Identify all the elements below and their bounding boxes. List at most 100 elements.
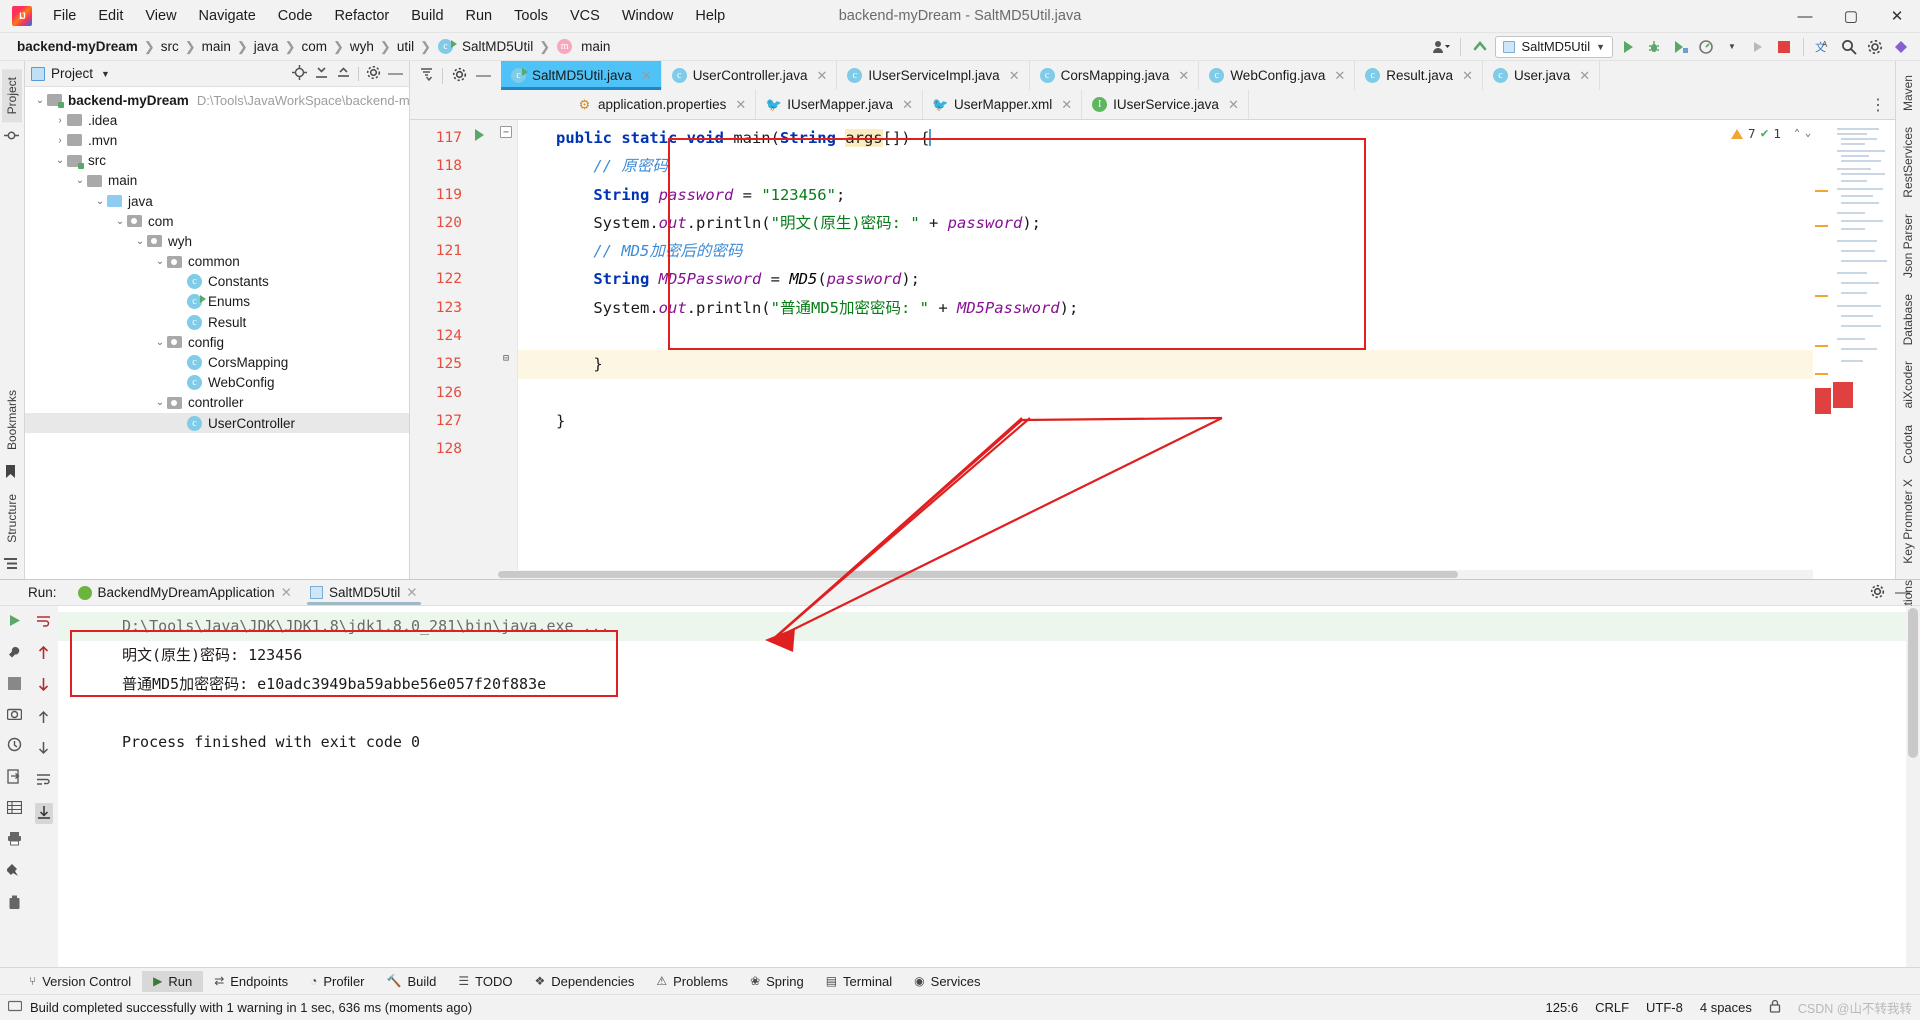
- close-icon[interactable]: ✕: [1334, 68, 1345, 84]
- editor-tab-corsmapping-java[interactable]: c CorsMapping.java ✕: [1029, 61, 1200, 90]
- expand-arrow-icon[interactable]: ⌄: [93, 196, 107, 207]
- code-line[interactable]: String MD5Password = MD5(password);: [518, 265, 1813, 293]
- menu-edit[interactable]: Edit: [87, 4, 134, 28]
- project-settings-gear-icon[interactable]: [366, 65, 381, 83]
- line-separator[interactable]: CRLF: [1595, 1000, 1629, 1015]
- right-strip-restservices[interactable]: RestServices: [1898, 119, 1918, 206]
- right-strip-maven[interactable]: Maven: [1898, 67, 1918, 119]
- expand-arrow-icon[interactable]: ⌄: [73, 175, 87, 186]
- console-scrollbar[interactable]: [1906, 606, 1920, 967]
- minimize-button[interactable]: —: [1782, 0, 1828, 33]
- code-line[interactable]: System.out.println("普通MD5加密密码: " + MD5Pa…: [518, 294, 1813, 322]
- more-tabs-icon[interactable]: ⋮: [1870, 95, 1887, 115]
- left-strip-project[interactable]: Project: [2, 69, 22, 123]
- menu-tools[interactable]: Tools: [503, 4, 559, 28]
- breadcrumb-project[interactable]: backend-myDream: [12, 38, 143, 55]
- tree-node-webconfig[interactable]: c WebConfig: [25, 373, 409, 393]
- stop-button[interactable]: [1773, 36, 1795, 58]
- settings-gear-icon[interactable]: [1864, 36, 1886, 58]
- close-icon[interactable]: ✕: [641, 68, 652, 84]
- tree-node-wyh[interactable]: ⌄ wyh: [25, 231, 409, 251]
- menu-vcs[interactable]: VCS: [559, 4, 611, 28]
- expand-arrow-icon[interactable]: ⌄: [133, 236, 147, 247]
- bottom-tool-spring[interactable]: ❀ Spring: [739, 971, 815, 992]
- code-line[interactable]: // MD5加密后的密码: [518, 237, 1813, 265]
- editor-horizontal-scrollbar[interactable]: [496, 570, 1813, 579]
- tree-node-usercontroller[interactable]: c UserController: [25, 413, 409, 434]
- close-icon[interactable]: ✕: [816, 68, 827, 84]
- right-strip-jsonparser[interactable]: Json Parser: [1898, 206, 1918, 286]
- tree-node-java[interactable]: ⌄ java: [25, 191, 409, 211]
- scroll-to-end-icon[interactable]: [34, 803, 53, 824]
- code-line[interactable]: }: [518, 407, 1813, 435]
- bottom-tool-dependencies[interactable]: ❖ Dependencies: [523, 971, 645, 992]
- editor-tab-result-java[interactable]: c Result.java ✕: [1355, 61, 1483, 90]
- code-line[interactable]: // 原密码: [518, 152, 1813, 180]
- tree-node-result[interactable]: c Result: [25, 312, 409, 332]
- soft-wrap-icon[interactable]: [36, 613, 51, 631]
- scroll-to-bottom-icon[interactable]: [37, 741, 50, 759]
- ai-assistant-icon[interactable]: [1890, 36, 1912, 58]
- screenshot-icon[interactable]: [6, 707, 23, 723]
- editor-tab-user-java[interactable]: c User.java ✕: [1482, 61, 1601, 90]
- close-icon[interactable]: ✕: [1009, 68, 1020, 84]
- run-configuration-selector[interactable]: SaltMD5Util ▼: [1495, 35, 1613, 58]
- code-minimap[interactable]: [1833, 120, 1895, 579]
- right-strip-aixcoder[interactable]: aiXcoder: [1898, 353, 1918, 416]
- maximize-button[interactable]: ▢: [1828, 0, 1874, 33]
- tree-node-config[interactable]: ⌄ config: [25, 332, 409, 352]
- attach-button[interactable]: [1747, 36, 1769, 58]
- expand-arrow-icon[interactable]: ⌄: [153, 397, 167, 408]
- thread-dump-icon[interactable]: [7, 737, 22, 755]
- menu-view[interactable]: View: [134, 4, 187, 28]
- run-tab-saltmd5util[interactable]: SaltMD5Util ✕: [301, 582, 427, 605]
- breadcrumb-com[interactable]: com: [296, 38, 332, 55]
- editor-settings-gear-icon[interactable]: [452, 67, 467, 85]
- chevron-down-icon[interactable]: ⌄: [1805, 128, 1811, 139]
- expand-arrow-icon[interactable]: ⌄: [113, 216, 127, 227]
- stop-process-icon[interactable]: [8, 677, 21, 693]
- run-tab-backend[interactable]: BackendMyDreamApplication ✕: [69, 582, 301, 604]
- fold-collapse-icon[interactable]: −: [500, 126, 512, 138]
- more-run-options-icon[interactable]: ▼: [1721, 36, 1743, 58]
- left-strip-structure[interactable]: Structure: [2, 486, 22, 551]
- close-icon[interactable]: ✕: [1228, 97, 1239, 113]
- lock-icon[interactable]: [1769, 999, 1781, 1016]
- close-icon[interactable]: ✕: [1178, 68, 1189, 84]
- code-line[interactable]: }: [518, 350, 1813, 379]
- tree-node-enums[interactable]: c Enums: [25, 292, 409, 312]
- caret-position[interactable]: 125:6: [1546, 1000, 1579, 1015]
- editor-tab-iuserserviceimpl-java[interactable]: c IUserServiceImpl.java ✕: [837, 61, 1030, 90]
- tree-node-main[interactable]: ⌄ main: [25, 171, 409, 191]
- menu-refactor[interactable]: Refactor: [323, 4, 400, 28]
- close-icon[interactable]: ✕: [1579, 68, 1590, 84]
- code-line[interactable]: [518, 322, 1813, 350]
- trash-icon[interactable]: [8, 895, 21, 913]
- collapse-all-icon[interactable]: [336, 65, 351, 83]
- close-icon[interactable]: ✕: [902, 97, 913, 113]
- scroll-down-icon[interactable]: [37, 677, 50, 695]
- close-icon[interactable]: ✕: [1462, 68, 1473, 84]
- debug-button[interactable]: [1643, 36, 1665, 58]
- rerun-icon[interactable]: [7, 613, 22, 631]
- breadcrumb-main[interactable]: main: [197, 38, 236, 55]
- editor-tab-webconfig-java[interactable]: c WebConfig.java ✕: [1199, 61, 1356, 90]
- expand-arrow-icon[interactable]: ⌄: [153, 337, 167, 348]
- tree-node-com[interactable]: ⌄ com: [25, 211, 409, 231]
- bottom-tool-problems[interactable]: ⚠ Problems: [645, 971, 739, 992]
- breadcrumb-method[interactable]: main: [576, 38, 615, 55]
- expand-arrow-icon[interactable]: ›: [53, 135, 67, 146]
- breadcrumb-wyh[interactable]: wyh: [345, 38, 379, 55]
- hide-panel-icon[interactable]: —: [388, 66, 403, 81]
- run-with-coverage-button[interactable]: [1669, 36, 1691, 58]
- scroll-to-top-icon[interactable]: [37, 709, 50, 727]
- run-console[interactable]: D:\Tools\Java\JDK\JDK1.8\jdk1.8.0_281\bi…: [58, 606, 1906, 967]
- bottom-tool-run[interactable]: ▶ Run: [142, 970, 204, 992]
- bottom-tool-services[interactable]: ◉ Services: [903, 971, 991, 992]
- code-line[interactable]: [518, 435, 1813, 463]
- editor-tab-iusermapper-java[interactable]: 🐦 IUserMapper.java ✕: [756, 90, 923, 119]
- chevron-down-icon[interactable]: ▼: [101, 69, 110, 79]
- code-content[interactable]: public static void main(String args[]) {…: [518, 120, 1813, 579]
- right-strip-database[interactable]: Database: [1898, 286, 1918, 353]
- translate-icon[interactable]: 文A: [1812, 36, 1834, 58]
